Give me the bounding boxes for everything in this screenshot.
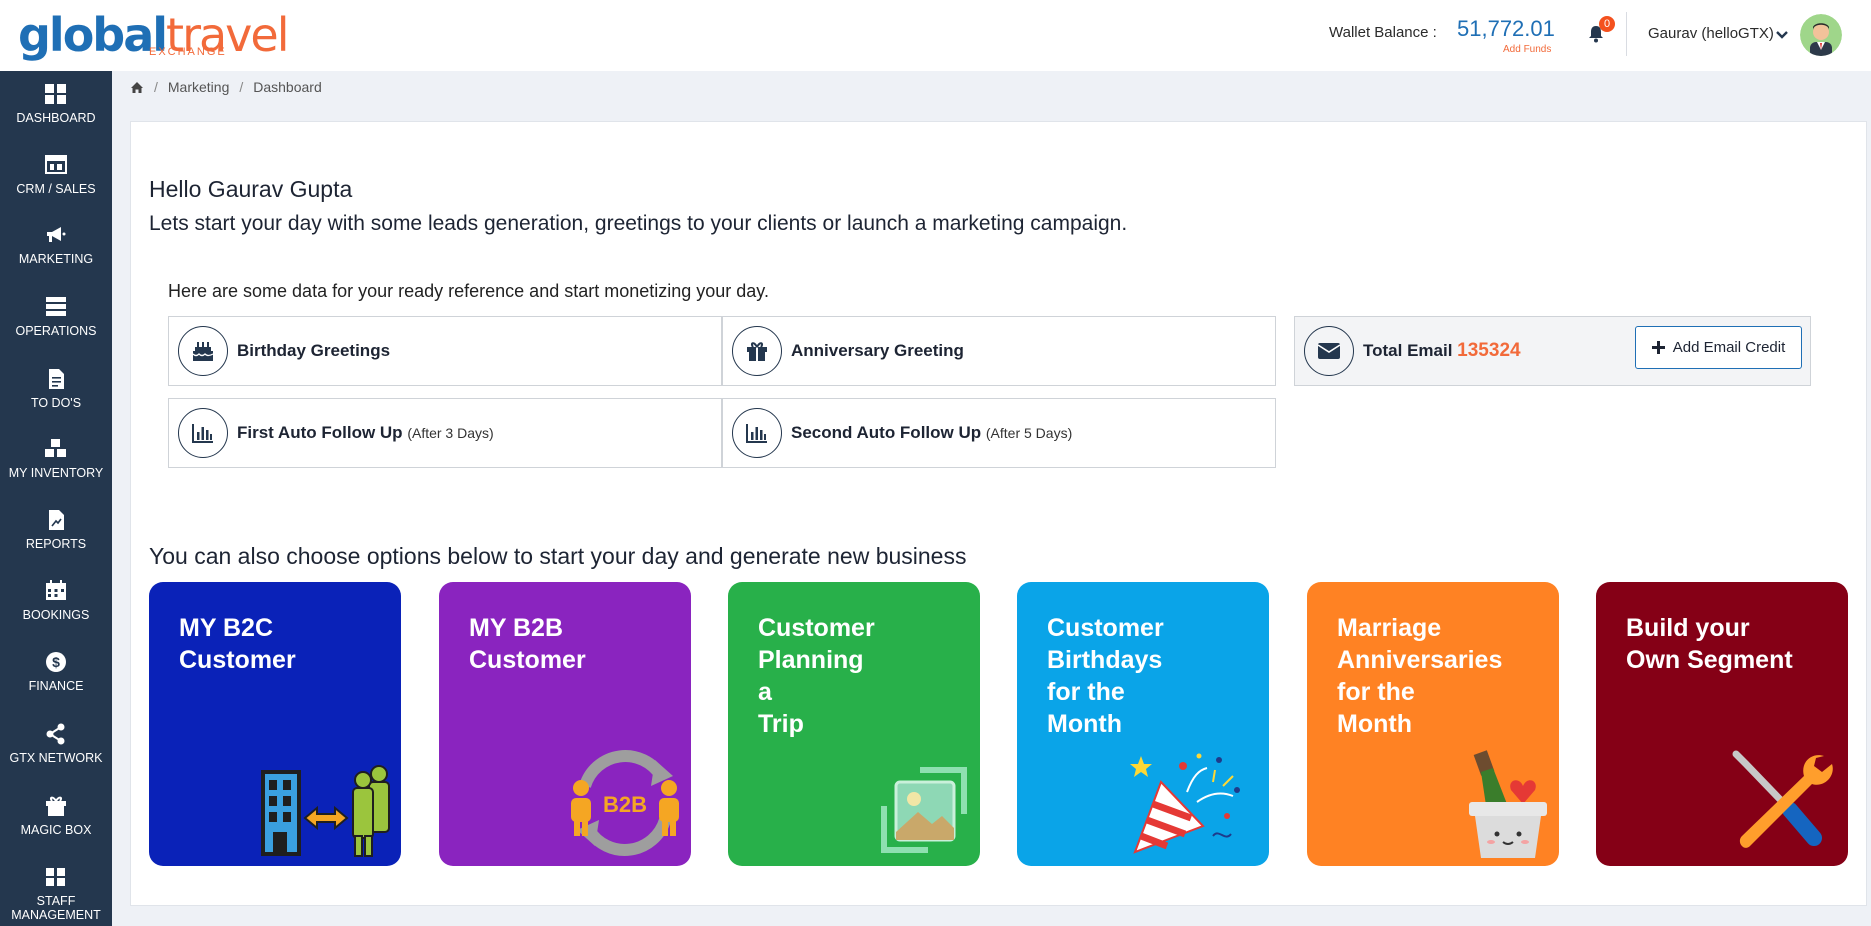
party-popper-icon bbox=[1130, 753, 1240, 854]
operations-icon bbox=[46, 297, 66, 316]
breadcrumb-dashboard: Dashboard bbox=[253, 79, 322, 95]
sidebar-item-crm-sales[interactable]: CRM / SALES bbox=[0, 154, 112, 196]
my-b2c-customer-card[interactable]: MY B2C Customer bbox=[149, 582, 401, 866]
share-icon bbox=[46, 723, 65, 745]
global-travel-exchange-logo[interactable]: globaltravel EXCHANGE bbox=[18, 8, 290, 62]
sidebar-item-label: GTX NETWORK bbox=[9, 751, 103, 765]
sidebar-item-my-inventory[interactable]: MY INVENTORY bbox=[0, 438, 112, 480]
breadcrumb: / Marketing / Dashboard bbox=[130, 79, 322, 95]
dollar-icon: $ bbox=[46, 652, 66, 672]
option-title: Marriage Anniversaries for the Month bbox=[1337, 614, 1503, 738]
todo-icon bbox=[49, 369, 64, 389]
sidebar-item-dashboard[interactable]: DASHBOARD bbox=[0, 83, 112, 125]
breadcrumb-separator: / bbox=[239, 79, 244, 95]
anniversary-greeting-label: Anniversary Greeting bbox=[791, 341, 964, 360]
birthday-greetings-label: Birthday Greetings bbox=[237, 341, 391, 360]
my-b2b-customer-card[interactable]: MY B2B Customer B2B bbox=[439, 582, 691, 866]
sidebar-item-gtx-network[interactable]: GTX NETWORK bbox=[0, 723, 112, 765]
sidebar-item-magic-box[interactable]: MAGIC BOX bbox=[0, 795, 112, 837]
reports-icon bbox=[49, 510, 64, 530]
champagne-bucket-icon bbox=[1469, 750, 1547, 858]
wrench-screwdriver-icon bbox=[1732, 750, 1833, 848]
customer-planning-trip-card[interactable]: Customer Planning a Trip bbox=[728, 582, 980, 866]
greeting-title: Hello Gaurav Gupta bbox=[149, 176, 353, 202]
bar-chart-icon bbox=[732, 408, 782, 458]
sidebar-item-label: MY INVENTORY bbox=[8, 466, 104, 480]
add-funds-link[interactable]: Add Funds bbox=[1503, 44, 1551, 55]
megaphone-icon bbox=[47, 227, 66, 242]
sidebar-item-label: MAGIC BOX bbox=[20, 823, 92, 837]
marriage-anniversaries-month-card[interactable]: Marriage Anniversaries for the Month bbox=[1307, 582, 1559, 866]
sidebar-item-label: CRM / SALES bbox=[16, 182, 96, 196]
customer-birthdays-month-card[interactable]: Customer Birthdays for the Month bbox=[1017, 582, 1269, 866]
envelope-icon bbox=[1304, 326, 1354, 376]
home-icon[interactable] bbox=[130, 81, 144, 94]
sidebar-item-finance[interactable]: $ FINANCE bbox=[0, 651, 112, 693]
chevron-down-icon[interactable] bbox=[1776, 30, 1788, 40]
plus-icon bbox=[1651, 341, 1665, 354]
birthday-greetings-tile[interactable]: Birthday Greetings bbox=[168, 316, 722, 386]
building-people-icon bbox=[261, 765, 390, 857]
sidebar-item-label: BOOKINGS bbox=[22, 608, 90, 622]
second-auto-follow-up-tile[interactable]: Second Auto Follow Up (After 5 Days) bbox=[722, 398, 1276, 468]
sidebar-item-marketing[interactable]: MARKETING bbox=[0, 224, 112, 266]
second-auto-follow-up-label: Second Auto Follow Up (After 5 Days) bbox=[791, 423, 1073, 442]
bar-chart-icon bbox=[178, 408, 228, 458]
anniversary-greeting-tile[interactable]: Anniversary Greeting bbox=[722, 316, 1276, 386]
wallet-balance-amount: 51,772.01 bbox=[1457, 16, 1555, 41]
dashboard-icon bbox=[45, 84, 66, 104]
b2b-exchange-icon: B2B bbox=[571, 750, 679, 856]
option-title: MY B2B Customer bbox=[469, 614, 586, 674]
notification-count-badge: 0 bbox=[1599, 16, 1615, 32]
svg-text:$: $ bbox=[52, 654, 60, 670]
sidebar: DASHBOARD CRM / SALES MARKETING OPERATIO… bbox=[0, 71, 112, 926]
sidebar-item-label: REPORTS bbox=[25, 537, 87, 551]
sidebar-item-label: FINANCE bbox=[28, 679, 84, 693]
total-email-tile: Total Email 135324 Add Email Credit bbox=[1294, 316, 1811, 386]
sidebar-item-label: OPERATIONS bbox=[15, 324, 97, 338]
sidebar-item-label: MARKETING bbox=[18, 252, 94, 266]
option-title: Customer Birthdays for the Month bbox=[1047, 614, 1164, 738]
wallet-balance-label: Wallet Balance : bbox=[1329, 24, 1437, 41]
b2b-badge-text: B2B bbox=[603, 792, 647, 817]
magic-box-icon bbox=[46, 796, 66, 816]
total-email-count: 135324 bbox=[1457, 340, 1521, 361]
sidebar-item-todos[interactable]: TO DO'S bbox=[0, 368, 112, 410]
option-title: Build your Own Segment bbox=[1626, 614, 1793, 674]
sidebar-item-staff-management[interactable]: STAFF MANAGEMENT bbox=[0, 866, 112, 922]
greeting-intro: Lets start your day with some leads gene… bbox=[149, 212, 1128, 235]
header-divider bbox=[1626, 12, 1627, 56]
user-menu[interactable]: Gaurav (helloGTX) bbox=[1648, 25, 1774, 42]
avatar[interactable] bbox=[1800, 14, 1842, 56]
sidebar-item-reports[interactable]: REPORTS bbox=[0, 509, 112, 551]
breadcrumb-separator: / bbox=[154, 79, 158, 95]
build-own-segment-card[interactable]: Build your Own Segment bbox=[1596, 582, 1848, 866]
option-title: Customer Planning a Trip bbox=[758, 614, 875, 738]
gift-icon bbox=[732, 326, 782, 376]
breadcrumb-marketing[interactable]: Marketing bbox=[168, 79, 229, 95]
crm-icon bbox=[45, 155, 67, 174]
reference-text: Here are some data for your ready refere… bbox=[168, 281, 769, 301]
calendar-icon bbox=[46, 580, 66, 600]
first-auto-follow-up-tile[interactable]: First Auto Follow Up (After 3 Days) bbox=[168, 398, 722, 468]
logo-exchange-text: EXCHANGE bbox=[149, 46, 227, 58]
sidebar-item-label: STAFF MANAGEMENT bbox=[11, 894, 101, 922]
inventory-icon bbox=[45, 439, 66, 457]
add-email-credit-button[interactable]: Add Email Credit bbox=[1635, 326, 1802, 369]
total-email-label: Total Email 135324 bbox=[1363, 340, 1521, 361]
sidebar-item-bookings[interactable]: BOOKINGS bbox=[0, 580, 112, 622]
staff-icon bbox=[46, 868, 65, 886]
option-title: MY B2C Customer bbox=[179, 614, 296, 674]
first-auto-follow-up-label: First Auto Follow Up (After 3 Days) bbox=[237, 423, 494, 442]
sidebar-item-label: TO DO'S bbox=[30, 396, 82, 410]
birthday-cake-icon bbox=[178, 326, 228, 376]
image-gallery-icon bbox=[881, 767, 967, 853]
top-header: globaltravel EXCHANGE Wallet Balance : 5… bbox=[0, 0, 1871, 71]
choose-options-heading: You can also choose options below to sta… bbox=[149, 543, 967, 569]
sidebar-item-label: DASHBOARD bbox=[16, 111, 96, 125]
sidebar-item-operations[interactable]: OPERATIONS bbox=[0, 296, 112, 338]
